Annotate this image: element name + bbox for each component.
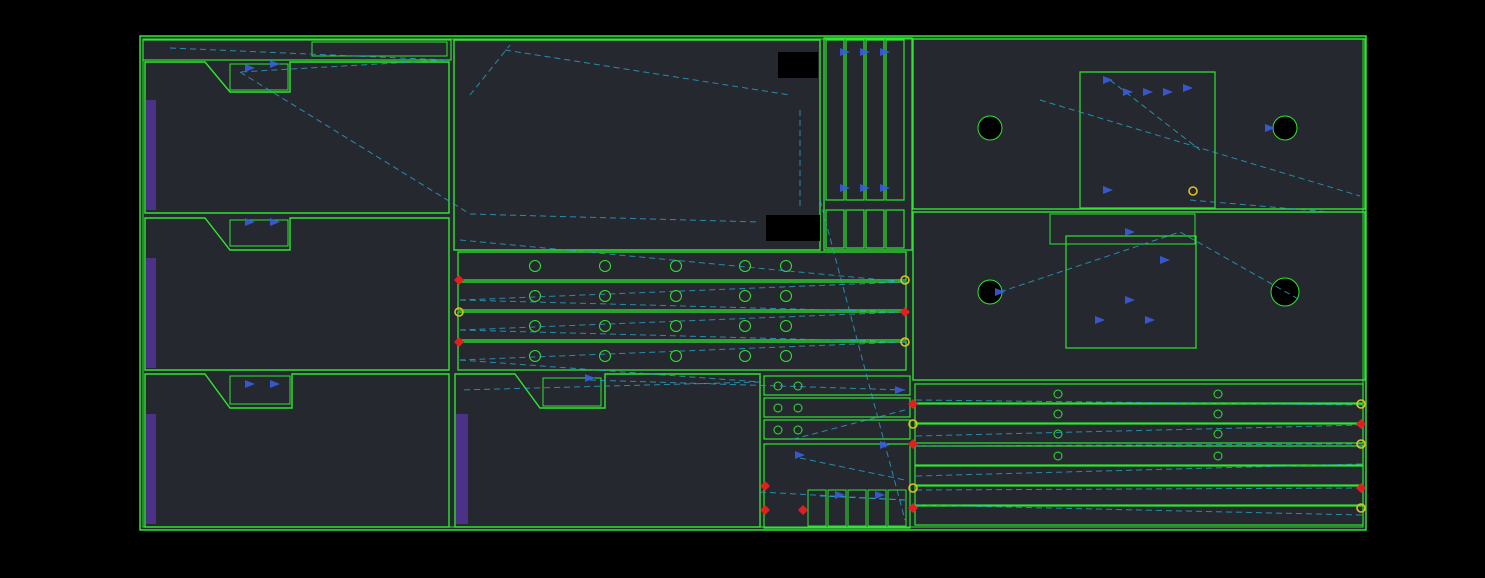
engrave-marker bbox=[146, 258, 156, 368]
dim-block bbox=[778, 52, 818, 78]
dim-block bbox=[766, 215, 820, 241]
engrave-marker bbox=[146, 414, 156, 524]
engrave-marker bbox=[456, 414, 468, 524]
cam-nesting-canvas[interactable] bbox=[0, 0, 1485, 578]
nest-drawing bbox=[139, 35, 1367, 531]
engrave-marker bbox=[146, 100, 156, 210]
sheet-outline[interactable] bbox=[139, 35, 1367, 531]
